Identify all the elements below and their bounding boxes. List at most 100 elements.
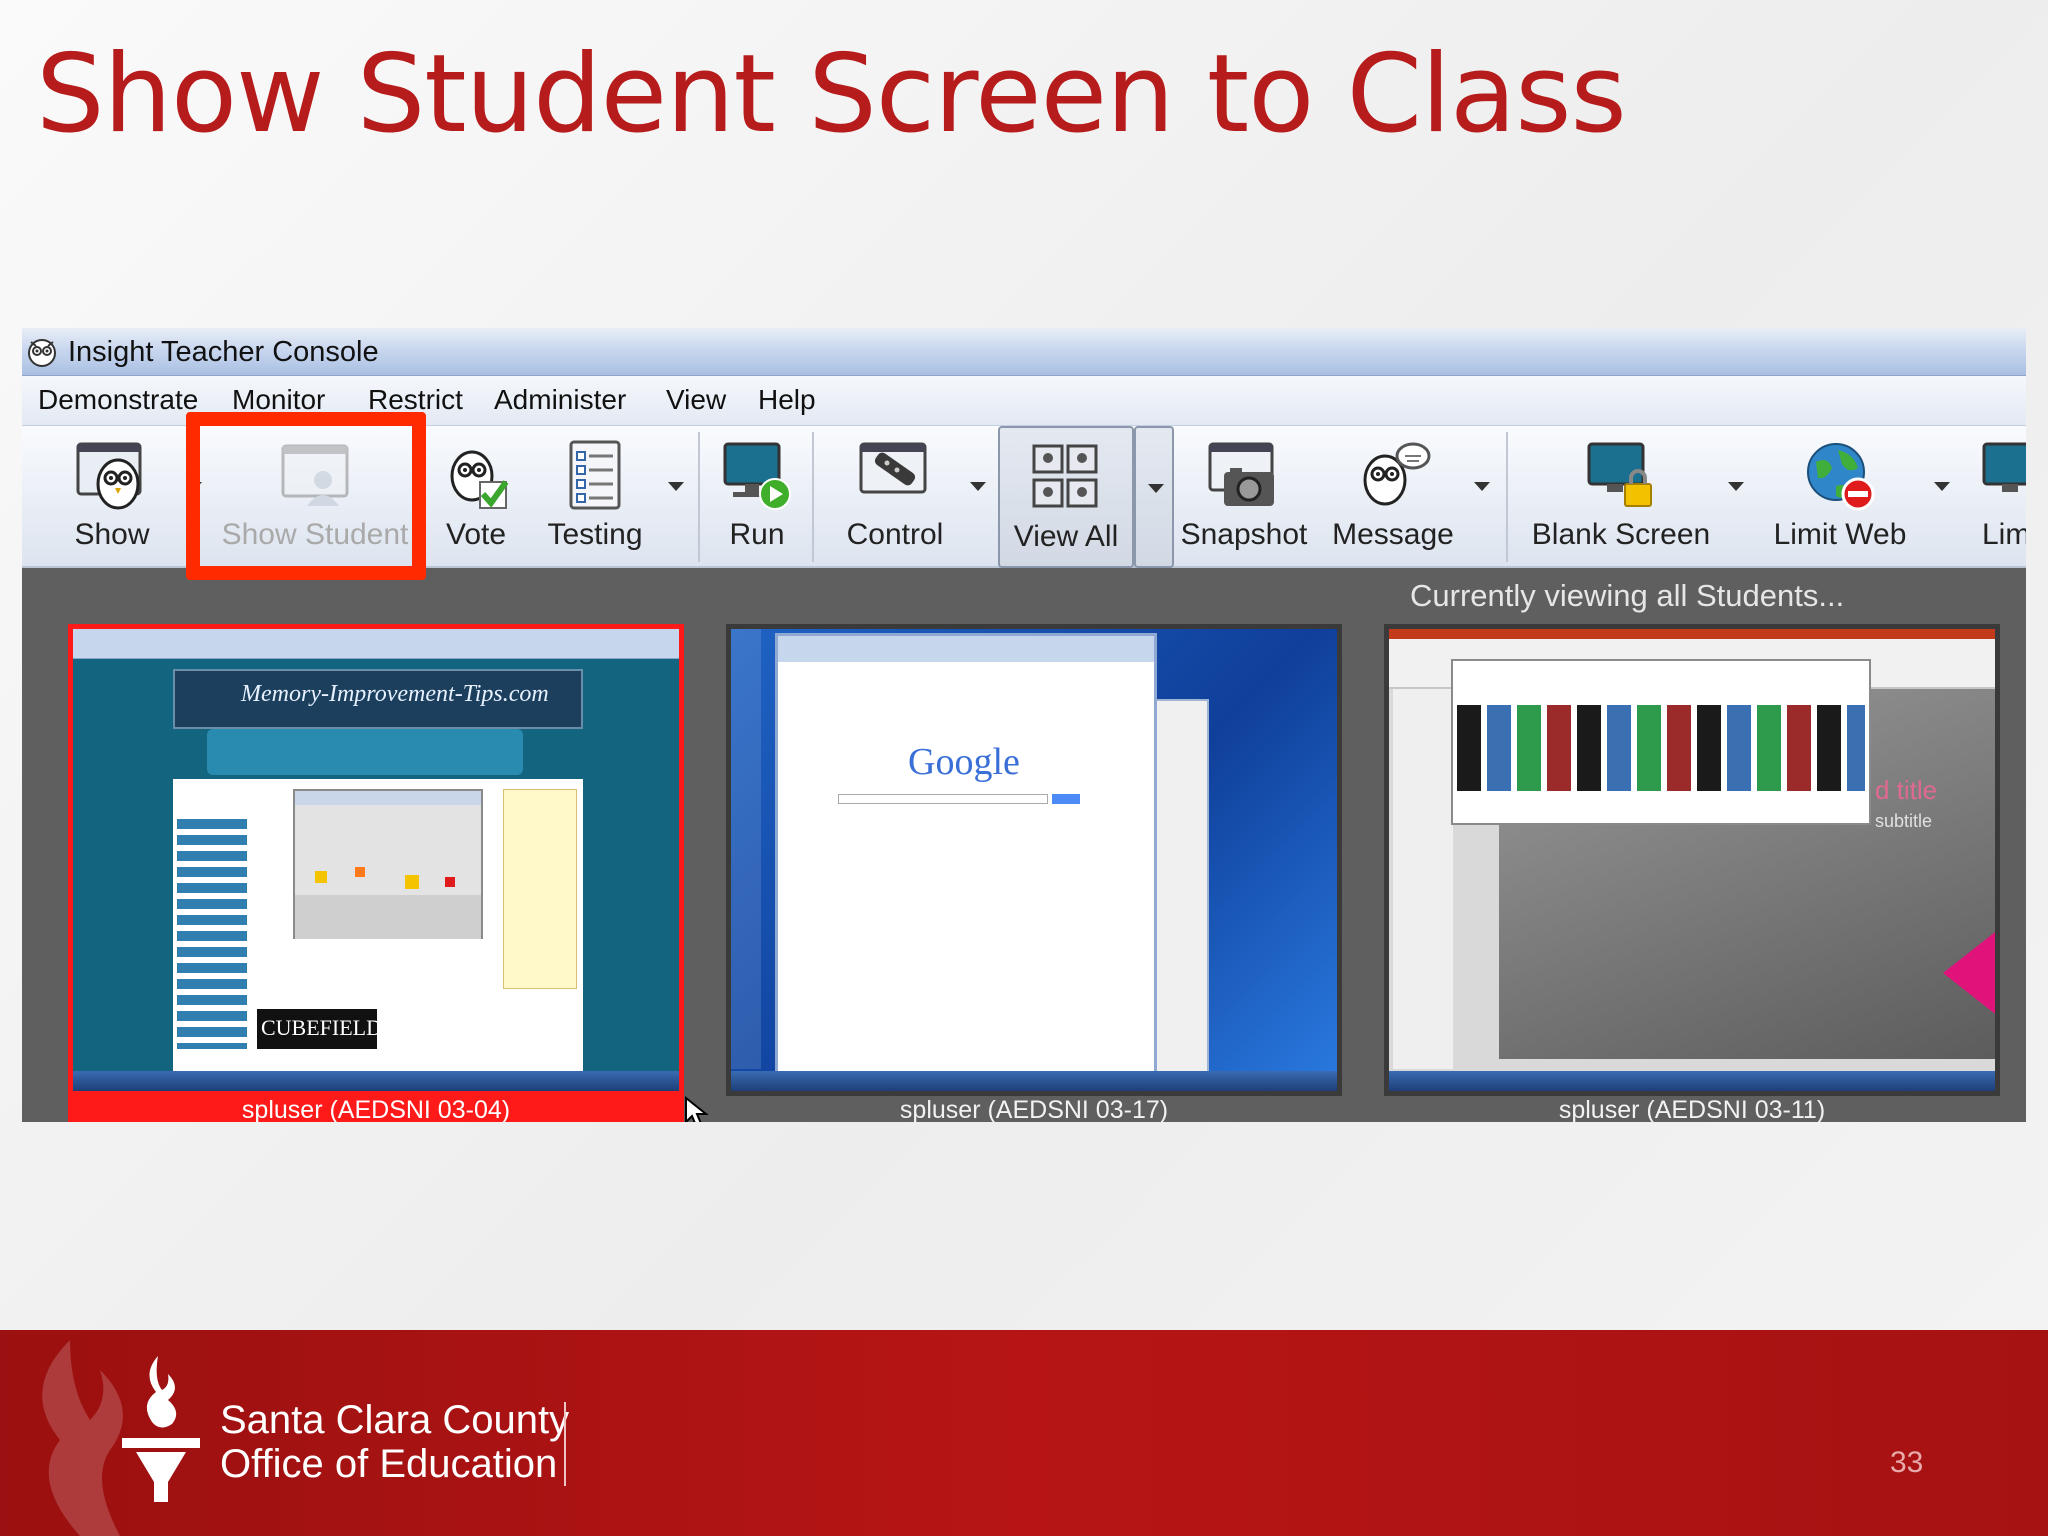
site-sidebar <box>177 819 247 1049</box>
run-button[interactable]: Run <box>702 426 812 568</box>
show-student-button[interactable]: Show Student <box>206 426 424 568</box>
remote-control-icon <box>859 442 927 494</box>
grid-monitors-icon <box>1032 444 1098 508</box>
student-name-label: spluser (AEDSNI 03-04) <box>68 1096 684 1122</box>
blank-screen-dropdown-arrow-icon[interactable] <box>1728 482 1744 491</box>
snapshot-label: Snapshot <box>1180 518 1308 551</box>
menu-restrict[interactable]: Restrict <box>368 384 463 416</box>
control-dropdown-arrow-icon[interactable] <box>970 482 986 491</box>
menu-demonstrate[interactable]: Demonstrate <box>38 384 198 416</box>
mouse-pointer-icon <box>685 1096 709 1122</box>
student-screen-thumbnail[interactable]: Memory-Improvement-Tips.com CUBEFIELD <box>68 624 684 1096</box>
limit-web-label: Limit Web <box>1773 518 1907 551</box>
mini-taskbar <box>731 1071 1337 1091</box>
insight-teacher-console-window: Insight Teacher Console Demonstrate Moni… <box>22 328 2026 1122</box>
menu-help[interactable]: Help <box>758 384 816 416</box>
vote-label: Vote <box>445 518 507 551</box>
google-logo: Google <box>908 741 1020 783</box>
student-screen-thumbnail[interactable]: Google <box>726 624 1342 1096</box>
control-label: Control <box>846 518 944 551</box>
slide-pink-triangle <box>1943 929 1995 1017</box>
owl-icon <box>28 339 56 367</box>
student-tile-3[interactable]: d title subtitle spluser (AEDSNI 03-11) <box>1384 624 2000 1122</box>
cubefield-banner: CUBEFIELD <box>257 1009 382 1049</box>
student-tile-2[interactable]: Google spluser (AEDSNI 03-17) <box>726 624 1342 1122</box>
monitor-play-icon <box>723 442 791 510</box>
browser-toolbar <box>73 629 679 659</box>
menu-view[interactable]: View <box>666 384 726 416</box>
menu-administer[interactable]: Administer <box>494 384 626 416</box>
view-all-label: View All <box>1013 520 1119 553</box>
control-button[interactable]: Control <box>822 426 968 568</box>
blank-screen-button[interactable]: Blank Screen <box>1516 426 1726 568</box>
toolbar-separator <box>420 432 422 562</box>
message-button[interactable]: Message <box>1318 426 1468 568</box>
toolbar: Show Show Student Vote Testing Run Contr… <box>22 426 2026 568</box>
org-divider <box>564 1402 566 1486</box>
site-title: Memory-Improvement-Tips.com <box>241 681 549 707</box>
viewing-status-text: Currently viewing all Students... <box>1410 578 1845 613</box>
message-dropdown-arrow-icon[interactable] <box>1474 482 1490 491</box>
toolbar-separator <box>698 432 700 562</box>
limit-button[interactable]: Limit <box>1956 426 2026 568</box>
limit-web-dropdown-arrow-icon[interactable] <box>1934 482 1950 491</box>
slide-footer: Santa Clara County Office of Education 3… <box>0 1330 2048 1536</box>
show-student-label: Show Student <box>221 518 409 551</box>
org-name-line2: Office of Education <box>220 1442 558 1486</box>
testing-button[interactable]: Testing <box>530 426 660 568</box>
background-window <box>1149 699 1209 1079</box>
toolbar-separator <box>812 432 814 562</box>
theme-gallery-dropdown <box>1451 659 1871 825</box>
game-window <box>293 789 483 939</box>
student-name-label: spluser (AEDSNI 03-17) <box>899 1096 1169 1122</box>
vote-button[interactable]: Vote <box>426 426 526 568</box>
mini-taskbar <box>1389 1071 1995 1091</box>
slide-thumbnails-pane <box>1393 689 1453 1069</box>
slide-subtitle-placeholder: subtitle <box>1875 811 1933 831</box>
menu-monitor[interactable]: Monitor <box>232 384 325 416</box>
slide-title: Show Student Screen to Class <box>36 32 1627 157</box>
cubefield-text: CUBEFIELD <box>261 1015 382 1040</box>
google-search-box <box>838 794 1048 804</box>
view-all-dropdown-arrow-icon <box>1148 484 1164 493</box>
limit-web-button[interactable]: Limit Web <box>1752 426 1928 568</box>
site-banner <box>207 729 523 775</box>
message-label: Message <box>1332 518 1454 551</box>
torch-flame-icon <box>122 1356 200 1502</box>
student-tile-1[interactable]: Memory-Improvement-Tips.com CUBEFIELD sp… <box>68 624 684 1122</box>
slide-title-placeholder: d title <box>1875 775 1938 805</box>
checklist-icon <box>569 440 621 510</box>
org-name-line1: Santa Clara County <box>220 1398 570 1442</box>
student-screen-thumbnail[interactable]: d title subtitle <box>1384 624 2000 1096</box>
mini-taskbar <box>73 1071 679 1091</box>
limit-label: Limit <box>1982 518 2026 551</box>
student-thumbnails-area: Currently viewing all Students... Memory… <box>22 568 2026 1122</box>
view-all-button[interactable]: View All <box>998 426 1134 568</box>
show-label: Show <box>74 518 150 551</box>
testing-label: Testing <box>547 518 643 551</box>
menu-bar: Demonstrate Monitor Restrict Administer … <box>22 376 2026 426</box>
blank-screen-label: Blank Screen <box>1531 518 1711 551</box>
student-name-label: spluser (AEDSNI 03-11) <box>1558 1096 1826 1122</box>
powerpoint-titlebar <box>1389 629 1995 639</box>
show-dropdown-arrow-icon[interactable] <box>186 482 202 491</box>
desktop-icons-column <box>731 629 761 1069</box>
view-all-dropdown-button[interactable] <box>1134 426 1174 568</box>
google-search-button <box>1052 794 1080 804</box>
site-header: Memory-Improvement-Tips.com <box>173 669 583 729</box>
window-title: Insight Teacher Console <box>68 336 379 368</box>
globe-block-icon <box>1807 443 1875 511</box>
browser-window: Google <box>775 633 1157 1075</box>
window-titlebar[interactable]: Insight Teacher Console <box>22 328 2026 376</box>
owl-speech-icon <box>1363 442 1431 506</box>
site-right-panel <box>503 789 577 989</box>
toolbar-separator <box>1506 432 1508 562</box>
student-screen-icon <box>281 444 349 506</box>
snapshot-button[interactable]: Snapshot <box>1178 426 1310 568</box>
owl-screen-icon <box>76 442 142 510</box>
show-button[interactable]: Show <box>42 426 182 568</box>
monitor-icon <box>1982 442 2026 492</box>
testing-dropdown-arrow-icon[interactable] <box>668 482 684 491</box>
camera-icon <box>1208 442 1274 506</box>
monitor-lock-icon <box>1587 442 1652 507</box>
